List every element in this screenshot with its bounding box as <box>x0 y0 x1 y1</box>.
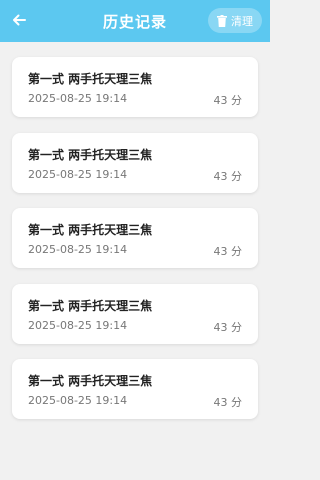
record-score: 43 分 <box>213 245 243 258</box>
record-title: 第一式 两手托天理三焦 <box>28 223 153 237</box>
record-time: 2025-08-25 19:14 <box>28 243 128 256</box>
history-card[interactable]: 第一式 两手托天理三焦 2025-08-25 19:14 43 分 <box>12 359 258 419</box>
record-title: 第一式 两手托天理三焦 <box>28 147 153 162</box>
history-card[interactable]: 第一式 两手托天理三焦 2025-08-25 19:14 43 分 <box>12 57 258 117</box>
record-title: 第一式 两手托天理三焦 <box>28 72 153 86</box>
record-score: 43 分 <box>213 320 243 334</box>
record-time: 2025-08-25 19:14 <box>28 318 128 332</box>
record-score: 43 分 <box>213 396 243 409</box>
record-title: 第一式 两手托天理三焦 <box>28 298 153 313</box>
clear-button-label: 清理 <box>231 14 253 28</box>
record-title: 第一式 两手托天理三焦 <box>28 374 153 388</box>
app-header: 历史记录 清理 <box>0 0 270 42</box>
record-time: 2025-08-25 19:14 <box>28 92 128 105</box>
clear-button[interactable]: 清理 <box>208 8 262 33</box>
record-time: 2025-08-25 19:14 <box>28 167 128 181</box>
history-card[interactable]: 第一式 两手托天理三焦 2025-08-25 19:14 43 分 <box>12 283 258 344</box>
history-card[interactable]: 第一式 两手托天理三焦 2025-08-25 19:14 43 分 <box>12 208 258 268</box>
trash-icon <box>217 14 227 27</box>
history-list: 第一式 两手托天理三焦 2025-08-25 19:14 43 分 第一式 两手… <box>12 57 258 435</box>
history-card[interactable]: 第一式 两手托天理三焦 2025-08-25 19:14 43 分 <box>12 132 258 193</box>
record-score: 43 分 <box>213 94 243 107</box>
record-score: 43 分 <box>213 169 243 183</box>
record-time: 2025-08-25 19:14 <box>28 394 128 407</box>
